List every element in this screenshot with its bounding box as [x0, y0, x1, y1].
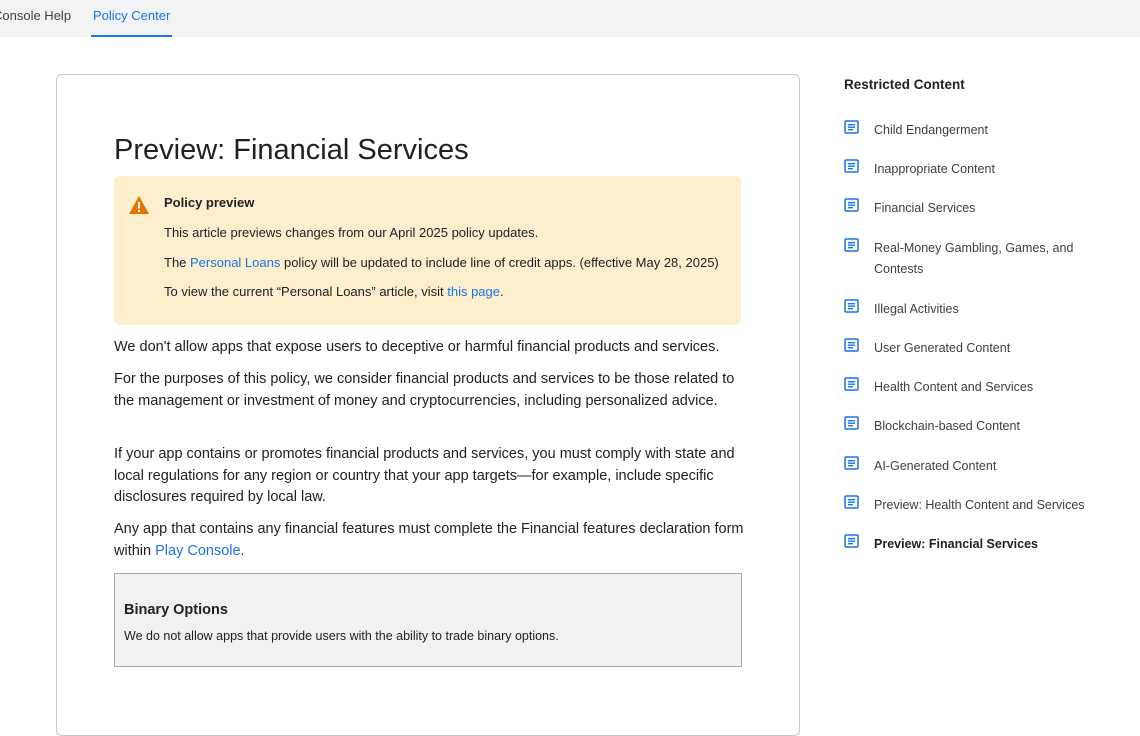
- notice-heading: Policy preview: [164, 195, 255, 210]
- article-icon: [844, 159, 859, 173]
- article-icon: [844, 238, 859, 252]
- sidebar-item-label: Preview: Financial Services: [874, 537, 1038, 551]
- notice-line-3: To view the current “Personal Loans” art…: [164, 284, 504, 299]
- sidebar-item-label: Health Content and Services: [874, 380, 1034, 394]
- sidebar-item-label: Blockchain-based Content: [874, 419, 1020, 433]
- sidebar-item-label: Preview: Health Content and Services: [874, 498, 1085, 512]
- tab-policy-center[interactable]: Policy Center: [93, 0, 170, 37]
- notice-line-1: This article previews changes from our A…: [164, 225, 539, 240]
- sidebar-item-label: Inappropriate Content: [874, 162, 995, 176]
- article-paragraph: For the purposes of this policy, we cons…: [114, 371, 735, 409]
- paragraph-text: .: [240, 542, 245, 559]
- sidebar-item-label: AI-Generated Content: [874, 459, 997, 473]
- sidebar-title: Restricted Content: [844, 77, 965, 92]
- sidebar-item-label: Financial Services: [874, 201, 976, 215]
- article-icon: [844, 198, 859, 212]
- top-navigation-bar: Console Help Policy Center: [0, 0, 1140, 37]
- article-icon: [844, 338, 859, 352]
- article-icon: [844, 120, 859, 134]
- article-icon: [844, 534, 859, 548]
- tab-label: Policy Center: [93, 8, 171, 23]
- this-page-link[interactable]: this page: [447, 284, 500, 299]
- article-paragraph: If your app contains or promotes financi…: [114, 446, 735, 505]
- article-icon: [844, 416, 859, 430]
- article-icon: [844, 377, 859, 391]
- notice-text: To view the current “Personal Loans” art…: [164, 284, 448, 299]
- binary-options-section: [114, 573, 742, 667]
- play-console-link[interactable]: Play Console: [155, 543, 240, 559]
- page-title: Preview: Financial Services: [114, 134, 469, 166]
- notice-line-2: The Personal Loans policy will be update…: [164, 255, 719, 270]
- sidebar-item-label: User Generated Content: [874, 341, 1011, 355]
- sidebar-item-label: Child Endangerment: [874, 123, 988, 137]
- section-title: Binary Options: [124, 602, 228, 618]
- sidebar-item-label: Illegal Activities: [874, 302, 959, 316]
- tab-label: Console Help: [0, 8, 72, 23]
- section-text: We do not allow apps that provide users …: [124, 629, 559, 643]
- notice-text: .: [500, 284, 504, 299]
- personal-loans-link[interactable]: Personal Loans: [190, 255, 280, 270]
- warning-icon: [129, 196, 149, 214]
- tab-console-help[interactable]: Console Help: [0, 0, 71, 37]
- article-icon: [844, 456, 859, 470]
- article-icon: [844, 299, 859, 313]
- article-paragraph: Any app that contains any financial feat…: [114, 519, 744, 562]
- active-tab-indicator: [91, 35, 172, 37]
- notice-text: The: [164, 255, 191, 270]
- sidebar-item-label: Real-Money Gambling, Games, and Contests: [874, 241, 1074, 276]
- article-icon: [844, 495, 859, 509]
- notice-text: policy will be updated to include line o…: [280, 255, 719, 270]
- article-paragraph: We don't allow apps that expose users to…: [114, 339, 720, 355]
